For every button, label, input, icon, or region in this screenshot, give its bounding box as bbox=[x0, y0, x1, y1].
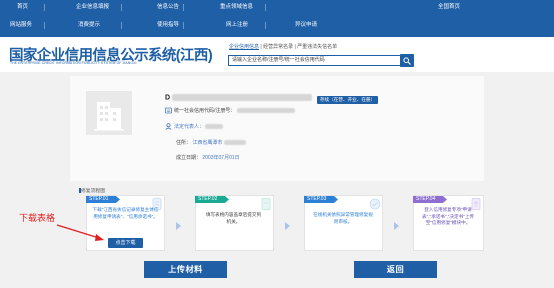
nav-divider bbox=[183, 4, 184, 11]
address-row: 住所： 江西省鹰潭市 bbox=[176, 139, 246, 147]
nav-site-service[interactable]: 网站服务 bbox=[10, 21, 32, 29]
step-tag-3: STEP.03 bbox=[304, 196, 338, 203]
nav-divider bbox=[121, 22, 122, 29]
status-badge: 存续（在营、开业、在册） bbox=[317, 96, 379, 104]
nav-divider bbox=[121, 4, 122, 11]
nav-divider bbox=[265, 22, 266, 29]
step-arrow-3 bbox=[394, 222, 399, 230]
address-label: 住所： bbox=[176, 140, 192, 146]
nav-key-areas[interactable]: 重点领域信息 bbox=[220, 3, 253, 11]
nav-divider bbox=[44, 4, 45, 11]
steps-section-title: 修复流程图 bbox=[81, 189, 105, 194]
step-tag-2: STEP.02 bbox=[195, 196, 229, 203]
top-navigation: 首页 企业信息填报 信息公告 重点领域信息 全国首页 网站服务 消费提示 使用指… bbox=[0, 0, 554, 37]
legal-rep-label: 法定代表人： bbox=[174, 124, 205, 130]
annotation-label: 下载表格 bbox=[19, 213, 56, 223]
step-arrow-2 bbox=[285, 222, 290, 230]
search-icon bbox=[403, 57, 411, 65]
nav-consumer-tips[interactable]: 消费提示 bbox=[78, 21, 100, 29]
site-logo-subtitle: THE ENTERPRISE CREDIT INFORMATION PUBLIC… bbox=[10, 61, 137, 65]
search-input[interactable]: 请输入企业名称/注册号/统一社会信用代码 bbox=[228, 55, 401, 66]
address-value: 江西省鹰潭市 bbox=[192, 140, 223, 146]
nav-home[interactable]: 首页 bbox=[17, 3, 28, 11]
founded-row: 成立日期： 2003年07月01日 bbox=[176, 154, 240, 162]
notice-credit-link[interactable]: 企业信用信息 bbox=[229, 44, 259, 50]
step-tag-1: STEP.01 bbox=[86, 196, 120, 203]
back-button[interactable]: 返回 bbox=[354, 261, 437, 278]
upload-materials-button[interactable]: 上传材料 bbox=[144, 261, 227, 278]
redacted-legal-rep bbox=[205, 124, 224, 130]
nav-objection[interactable]: 异议申请 bbox=[295, 21, 317, 29]
redacted-credit-code bbox=[236, 108, 295, 114]
company-image bbox=[86, 91, 132, 135]
step-text-4: 登入信用修复专项"申请表","承诺书","决定书"上传至"信用修复"模块中。 bbox=[421, 207, 475, 225]
founded-value: 2003年07月01日 bbox=[202, 155, 240, 161]
search-button[interactable] bbox=[400, 54, 414, 67]
credit-code-label: 统一社会信用代码/注册号： bbox=[174, 108, 236, 114]
download-button[interactable]: 点击下载 bbox=[108, 238, 143, 248]
step-arrow-1 bbox=[176, 222, 181, 230]
legal-rep-row: 法定代表人： bbox=[174, 123, 224, 131]
edit-icon bbox=[261, 198, 271, 210]
nav-divider bbox=[265, 4, 266, 11]
nav-announcements[interactable]: 信息公告 bbox=[157, 3, 179, 11]
id-card-icon bbox=[165, 107, 172, 114]
notice-text: | 经营异常名录 | 严重违法失信名单 bbox=[260, 44, 338, 50]
step-text-3: 在线机关依照异常管理修复规则审核。 bbox=[313, 212, 373, 224]
redacted-address bbox=[223, 140, 246, 146]
nav-enterprise-report[interactable]: 企业信息填报 bbox=[76, 3, 109, 11]
person-icon bbox=[165, 123, 172, 130]
nav-national-home[interactable]: 全国首页 bbox=[438, 3, 460, 11]
company-info-card bbox=[70, 76, 484, 181]
building-icon bbox=[94, 102, 124, 131]
notice-links: 企业信用信息 | 经营异常名录 | 严重违法失信名单 bbox=[229, 43, 337, 50]
step-text-1: 下载"江西省失信记录修复主体信用修复申请表"、"信用承诺书"。 bbox=[92, 207, 159, 219]
company-name: D bbox=[165, 94, 313, 102]
nav-divider bbox=[44, 22, 45, 29]
credit-code-row: 统一社会信用代码/注册号： bbox=[174, 107, 295, 115]
redacted-company-name bbox=[172, 94, 313, 101]
step-tag-4: STEP.04 bbox=[413, 196, 447, 203]
company-name-prefix: D bbox=[165, 94, 171, 102]
nav-online-register[interactable]: 网上注册 bbox=[226, 21, 248, 29]
nav-usage-guide[interactable]: 使用指导 bbox=[157, 21, 179, 29]
review-icon bbox=[369, 198, 381, 210]
step-text-2: 填写表格内容盖章后提交到机关。 bbox=[205, 212, 262, 224]
nav-divider bbox=[183, 22, 184, 29]
founded-label: 成立日期： bbox=[176, 155, 202, 161]
